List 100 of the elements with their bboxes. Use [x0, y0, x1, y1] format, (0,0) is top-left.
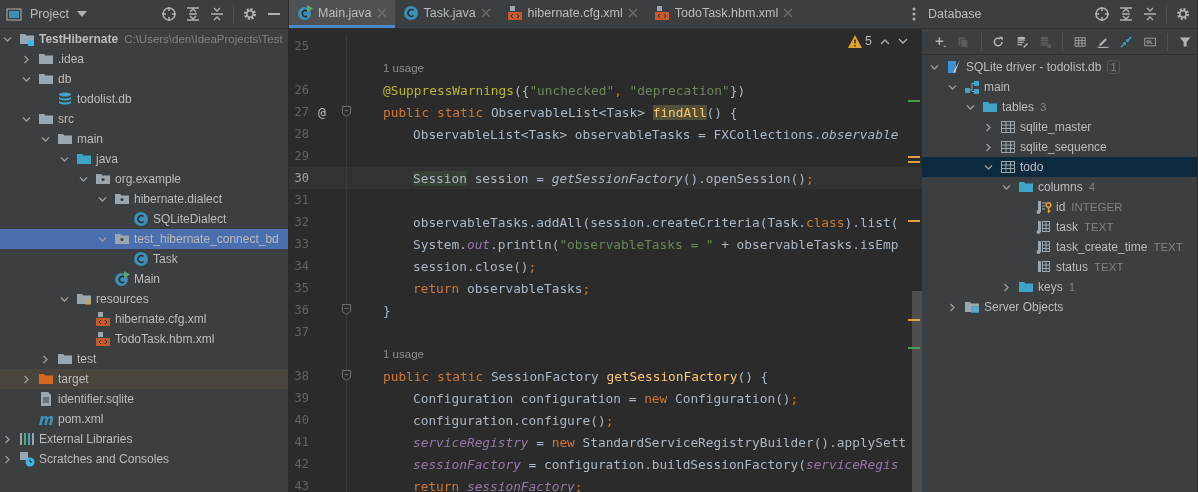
- locate-icon[interactable]: [161, 6, 177, 22]
- tree-row[interactable]: resources: [0, 289, 288, 309]
- tree-row[interactable]: hibernate.cfg.xml: [0, 309, 288, 329]
- chevron-icon[interactable]: [79, 174, 88, 184]
- tree-row[interactable]: target: [0, 369, 288, 389]
- tree-row[interactable]: org.example: [0, 169, 288, 189]
- xml-file-icon: [95, 331, 111, 347]
- tree-row[interactable]: task_create_time TEXT: [922, 237, 1197, 257]
- tree-row[interactable]: Task: [0, 249, 288, 269]
- dropdown-caret-icon[interactable]: [76, 11, 87, 17]
- tree-row[interactable]: main: [0, 129, 288, 149]
- close-icon[interactable]: [783, 7, 794, 18]
- tree-row[interactable]: todo: [922, 157, 1197, 177]
- tree-row[interactable]: db: [0, 69, 288, 89]
- usage-hint[interactable]: 1 usage: [383, 348, 424, 360]
- tree-row[interactable]: src: [0, 109, 288, 129]
- chevron-icon[interactable]: [41, 134, 50, 144]
- node-label: status: [1056, 260, 1088, 274]
- settings-icon[interactable]: [1175, 6, 1191, 22]
- editor-tab[interactable]: TodoTask.hbm.xml: [645, 0, 802, 28]
- tree-row[interactable]: .idea: [0, 49, 288, 69]
- tree-row[interactable]: status TEXT: [922, 257, 1197, 277]
- tree-row[interactable]: id INTEGER: [922, 197, 1197, 217]
- chevron-icon[interactable]: [22, 54, 31, 64]
- chevron-icon[interactable]: [60, 294, 69, 304]
- node-hint: TEXT: [1084, 221, 1114, 233]
- libraries-icon: [19, 431, 35, 447]
- chevron-icon[interactable]: [948, 82, 957, 92]
- locate-icon[interactable]: [1094, 6, 1110, 22]
- code-line: System.out.println("observableTasks = " + observableTasks.isEmp: [413, 236, 899, 252]
- warning-count[interactable]: 5: [865, 34, 872, 48]
- chevron-icon[interactable]: [1002, 282, 1011, 292]
- fold-icon[interactable]: [342, 370, 351, 381]
- tree-row[interactable]: hibernate.dialect: [0, 189, 288, 209]
- expand-all-icon[interactable]: [185, 6, 201, 22]
- close-icon[interactable]: [627, 7, 638, 18]
- xml-file-icon: [95, 311, 111, 327]
- tree-row[interactable]: columns 4: [922, 177, 1197, 197]
- project-window-icon[interactable]: [6, 6, 22, 22]
- tree-row[interactable]: Server Objects: [922, 297, 1197, 317]
- chevron-icon[interactable]: [930, 62, 939, 72]
- chevron-icon[interactable]: [984, 162, 993, 172]
- tree-row[interactable]: test: [0, 349, 288, 369]
- line-number: 28: [293, 127, 309, 141]
- chevron-icon[interactable]: [966, 102, 975, 112]
- previous-icon[interactable]: [880, 37, 890, 45]
- close-icon[interactable]: [480, 7, 491, 18]
- tree-row[interactable]: sqlite_master: [922, 117, 1197, 137]
- chevron-icon[interactable]: [41, 354, 50, 364]
- usage-hint[interactable]: 1 usage: [383, 62, 424, 74]
- gutter-mark[interactable]: @: [318, 104, 326, 120]
- schema-icon: [964, 79, 980, 95]
- chevron-icon[interactable]: [22, 74, 31, 84]
- editor-tab[interactable]: Task.java: [394, 0, 499, 28]
- chevron-icon[interactable]: [3, 34, 12, 44]
- node-label: hibernate.cfg.xml: [115, 312, 207, 326]
- collapse-all-icon[interactable]: [1142, 6, 1158, 22]
- node-hint: 4: [1088, 181, 1096, 193]
- chevron-icon[interactable]: [22, 374, 31, 384]
- chevron-icon[interactable]: [60, 154, 69, 164]
- warning-icon[interactable]: [848, 34, 863, 48]
- tree-row[interactable]: TodoTask.hbm.xml: [0, 329, 288, 349]
- class-icon: [133, 211, 149, 227]
- collapse-all-icon[interactable]: [209, 6, 225, 22]
- editor-tab[interactable]: Main.java: [289, 0, 395, 28]
- settings-icon[interactable]: [242, 6, 258, 22]
- tree-row[interactable]: keys 1: [922, 277, 1197, 297]
- node-label: TestHibernate: [39, 32, 119, 46]
- chevron-icon[interactable]: [3, 454, 12, 464]
- tree-row[interactable]: tables 3: [922, 97, 1197, 117]
- node-hint: 1: [1068, 281, 1076, 293]
- tree-row[interactable]: sqlite_sequence: [922, 137, 1197, 157]
- tree-row[interactable]: java: [0, 149, 288, 169]
- chevron-icon[interactable]: [948, 302, 957, 312]
- tree-row[interactable]: pom.xml: [0, 409, 288, 429]
- next-icon[interactable]: [898, 37, 908, 45]
- table-icon: [1000, 139, 1016, 155]
- tree-row[interactable]: External Libraries: [0, 429, 288, 449]
- chevron-icon[interactable]: [984, 122, 993, 132]
- code-line: public static SessionFactory getSessionFactory() {: [383, 368, 769, 384]
- tree-row[interactable]: TestHibernate C:\Users\den\IdeaProjects\Test: [0, 29, 288, 49]
- tree-row[interactable]: SQLite driver - todolist.db 1: [922, 57, 1197, 77]
- chevron-icon[interactable]: [984, 142, 993, 152]
- tree-row[interactable]: Main: [0, 269, 288, 289]
- tree-row[interactable]: Scratches and Consoles: [0, 449, 288, 469]
- tree-row[interactable]: identifier.sqlite: [0, 389, 288, 409]
- tree-row[interactable]: main: [922, 77, 1197, 97]
- editor-tab[interactable]: hibernate.cfg.xml: [498, 0, 646, 28]
- tree-row[interactable]: task TEXT: [922, 217, 1197, 237]
- fold-icon[interactable]: [342, 304, 351, 315]
- tree-row[interactable]: todolist.db: [0, 89, 288, 109]
- class-icon: [133, 251, 149, 267]
- line-number: 35: [293, 281, 309, 295]
- expand-all-icon[interactable]: [1118, 6, 1134, 22]
- chevron-icon[interactable]: [1002, 182, 1011, 192]
- chevron-icon[interactable]: [22, 114, 31, 124]
- fold-icon[interactable]: [342, 106, 351, 117]
- tree-row[interactable]: SQLiteDialect: [0, 209, 288, 229]
- chevron-icon[interactable]: [3, 434, 12, 444]
- chevron-icon[interactable]: [98, 194, 107, 204]
